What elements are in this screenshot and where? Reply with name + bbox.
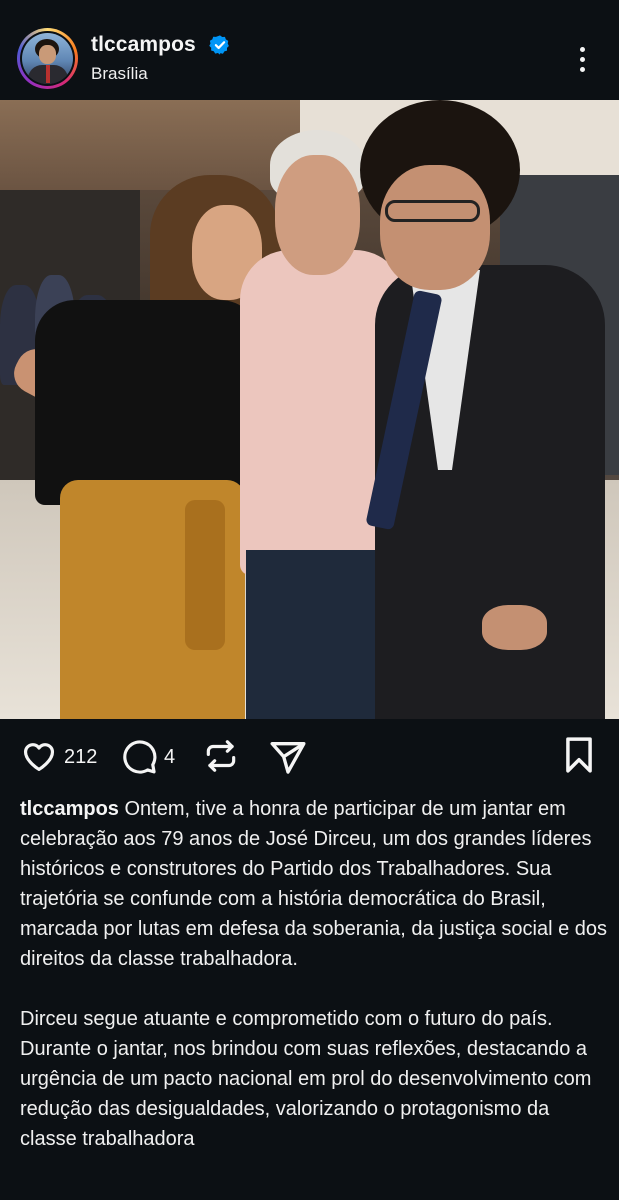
- post-photo[interactable]: [0, 100, 619, 719]
- post-username[interactable]: tlccampos: [91, 33, 196, 57]
- repost-icon[interactable]: [202, 737, 240, 775]
- share-paper-plane-icon[interactable]: [268, 737, 308, 777]
- caption-paragraph-2: Dirceu segue atuante e comprometido com …: [20, 1008, 592, 1150]
- comment-count[interactable]: 4: [164, 746, 175, 769]
- post-location[interactable]: Brasília: [91, 64, 148, 84]
- like-count[interactable]: 212: [64, 746, 97, 769]
- heart-icon[interactable]: [20, 737, 58, 775]
- post-header: tlccampos Brasília: [0, 0, 619, 100]
- comment-bubble-icon[interactable]: [120, 737, 158, 775]
- verified-badge-icon: [209, 35, 229, 55]
- post-actions-bar: 212 4: [0, 719, 619, 795]
- avatar-photo: [22, 33, 73, 84]
- avatar[interactable]: [17, 28, 78, 89]
- more-options-icon[interactable]: [572, 44, 594, 74]
- caption-paragraph-1: tlccampos Ontem, tive a honra de partici…: [20, 798, 608, 970]
- bookmark-icon[interactable]: [562, 736, 596, 774]
- post-caption: tlccampos Ontem, tive a honra de partici…: [20, 794, 610, 1154]
- caption-username[interactable]: tlccampos: [20, 798, 119, 820]
